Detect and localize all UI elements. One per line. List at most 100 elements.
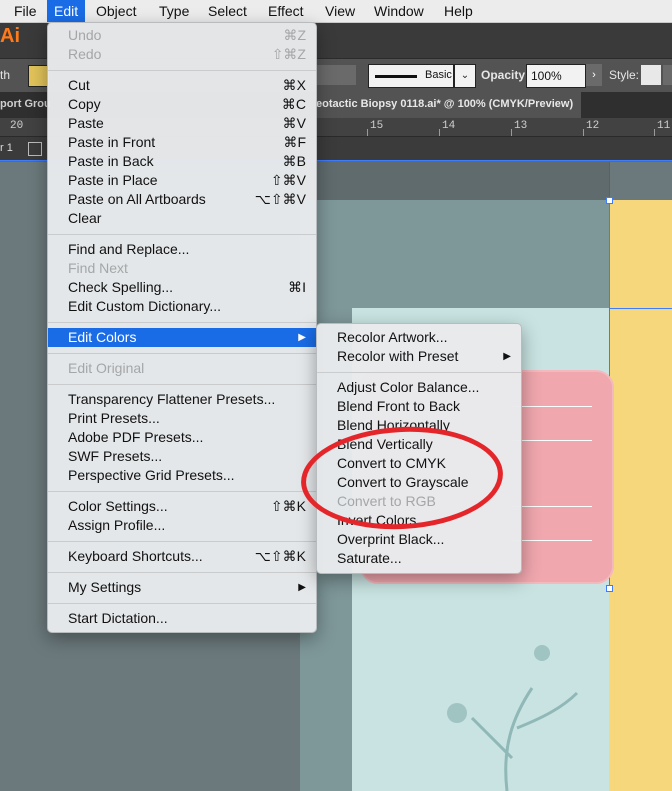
menu-item-check-spelling[interactable]: Check Spelling... ⌘I	[48, 278, 316, 297]
menu-item-blend-front-to-back[interactable]: Blend Front to Back	[317, 397, 521, 416]
menu-item-undo: Undo ⌘Z	[48, 26, 316, 45]
menu-item-shortcut: ⇧⌘V	[270, 172, 306, 188]
menu-item-shortcut: ⌥⇧⌘V	[254, 191, 306, 207]
menubar-item-object[interactable]: Object	[89, 0, 143, 22]
menu-item-cut[interactable]: Cut ⌘X	[48, 76, 316, 95]
menu-item-label: Edit Custom Dictionary...	[68, 298, 222, 314]
ruler-mark	[583, 129, 584, 136]
menubar-item-window[interactable]: Window	[367, 0, 431, 22]
text-line	[512, 440, 592, 441]
menu-item-label: Paste on All Artboards	[68, 191, 206, 207]
menu-item-label: Paste in Place	[68, 172, 158, 188]
menu-item-label: Assign Profile...	[68, 517, 166, 533]
menu-item-shortcut: ⇧⌘Z	[271, 46, 306, 62]
menu-item-adjust-color-balance[interactable]: Adjust Color Balance...	[317, 378, 521, 397]
menu-item-perspective-grid-presets[interactable]: Perspective Grid Presets...	[48, 466, 316, 485]
menu-item-saturate[interactable]: Saturate...	[317, 549, 521, 568]
selection-bounding-line	[609, 308, 672, 309]
style-dropdown-arrow[interactable]	[663, 65, 672, 85]
opacity-field[interactable]: 100%	[526, 64, 586, 88]
menu-item-paste-on-all-artboards[interactable]: Paste on All Artboards ⌥⇧⌘V	[48, 190, 316, 209]
menu-item-find-and-replace[interactable]: Find and Replace...	[48, 240, 316, 259]
menu-item-label: Edit Colors	[68, 329, 137, 345]
menu-item-label: Edit Original	[68, 360, 145, 376]
opacity-value: 100%	[531, 69, 562, 83]
menu-item-edit-colors[interactable]: Edit Colors ▶	[48, 328, 316, 347]
submenu-arrow-icon: ▶	[503, 351, 511, 362]
menu-item-label: Color Settings...	[68, 498, 168, 514]
menu-item-recolor-artwork[interactable]: Recolor Artwork...	[317, 328, 521, 347]
menu-item-label: Copy	[68, 96, 101, 112]
tab-title: eotactic Biopsy 0118.ai* @ 100% (CMYK/Pr…	[316, 98, 574, 110]
stroke-style-label: Basic	[425, 69, 452, 81]
text-line	[512, 540, 592, 541]
menu-separator	[48, 572, 316, 573]
selection-handle[interactable]	[606, 197, 613, 204]
stroke-line-preview	[375, 75, 417, 78]
menu-item-adobe-pdf-presets[interactable]: Adobe PDF Presets...	[48, 428, 316, 447]
selection-handle[interactable]	[606, 585, 613, 592]
menu-item-edit-original: Edit Original	[48, 359, 316, 378]
menu-item-assign-profile[interactable]: Assign Profile...	[48, 516, 316, 535]
menu-item-label: Recolor with Preset	[337, 348, 459, 364]
tab-active[interactable]: eotactic Biopsy 0118.ai* @ 100% (CMYK/Pr…	[316, 92, 581, 118]
menu-item-color-settings[interactable]: Color Settings... ⇧⌘K	[48, 497, 316, 516]
menubar-item-select[interactable]: Select	[201, 0, 254, 22]
menu-item-edit-custom-dictionary[interactable]: Edit Custom Dictionary...	[48, 297, 316, 316]
yellow-artboard-panel[interactable]	[609, 200, 672, 791]
menubar-item-file[interactable]: File	[7, 0, 44, 22]
menubar-item-type[interactable]: Type	[152, 0, 196, 22]
menu-item-label: Print Presets...	[68, 410, 160, 426]
menu-item-overprint-black[interactable]: Overprint Black...	[317, 530, 521, 549]
style-label: Style:	[609, 68, 640, 82]
ruler-mark	[439, 129, 440, 136]
menu-item-start-dictation[interactable]: Start Dictation...	[48, 609, 316, 628]
opacity-arrow-icon[interactable]: ›	[586, 64, 602, 86]
menu-separator	[48, 322, 316, 323]
menu-item-label: Paste in Front	[68, 134, 156, 150]
ruler-tick-label: 14	[442, 120, 456, 132]
menu-separator	[48, 234, 316, 235]
ruler-tick-label: 20	[10, 120, 24, 132]
menu-item-clear[interactable]: Clear	[48, 209, 316, 228]
text-line	[512, 506, 592, 507]
submenu-arrow-icon: ▶	[298, 582, 306, 593]
menu-item-label: Paste	[68, 115, 104, 131]
menu-item-copy[interactable]: Copy ⌘C	[48, 95, 316, 114]
menu-separator	[48, 491, 316, 492]
ruler-mark	[367, 129, 368, 136]
opacity-label: Opacity:	[481, 68, 530, 82]
menu-item-label: Transparency Flattener Presets...	[68, 391, 276, 407]
menu-item-shortcut: ⌥⇧⌘K	[254, 548, 306, 564]
menubar-item-edit[interactable]: Edit	[47, 0, 86, 22]
stroke-style-dropdown-arrow[interactable]: ⌄	[454, 64, 476, 88]
menu-item-keyboard-shortcuts[interactable]: Keyboard Shortcuts... ⌥⇧⌘K	[48, 547, 316, 566]
menu-item-label: My Settings	[68, 579, 142, 595]
menu-item-label: Overprint Black...	[337, 531, 445, 547]
edit-menu: Undo ⌘Z Redo ⇧⌘Z Cut ⌘X Copy ⌘C Paste ⌘V Paste in …	[47, 22, 317, 633]
stroke-weight-field[interactable]	[316, 65, 356, 85]
menubar-item-help[interactable]: Help	[437, 0, 480, 22]
menu-item-swf-presets[interactable]: SWF Presets...	[48, 447, 316, 466]
tab-left-clipped[interactable]: port Grou	[0, 98, 51, 110]
menubar-item-view[interactable]: View	[318, 0, 362, 22]
menu-item-label: Saturate...	[337, 550, 402, 566]
menu-item-transparency-flattener-presets[interactable]: Transparency Flattener Presets...	[48, 390, 316, 409]
menu-item-label: Start Dictation...	[68, 610, 168, 626]
menu-item-shortcut: ⌘F	[283, 134, 306, 150]
menu-item-print-presets[interactable]: Print Presets...	[48, 409, 316, 428]
menu-item-my-settings[interactable]: My Settings ▶	[48, 578, 316, 597]
graphic-style-swatch[interactable]	[641, 65, 661, 85]
menu-item-paste-in-place[interactable]: Paste in Place ⇧⌘V	[48, 171, 316, 190]
menu-item-paste-in-back[interactable]: Paste in Back ⌘B	[48, 152, 316, 171]
stroke-profile-select[interactable]: Basic	[368, 64, 454, 88]
ruler-tick-label: 11	[657, 120, 671, 132]
menubar-item-effect[interactable]: Effect	[261, 0, 311, 22]
menu-item-label: Check Spelling...	[68, 279, 174, 295]
menu-item-label: Find Next	[68, 260, 128, 276]
artboard-icon[interactable]	[28, 142, 42, 156]
ruler-mark	[654, 129, 655, 136]
menu-item-paste[interactable]: Paste ⌘V	[48, 114, 316, 133]
menu-item-paste-in-front[interactable]: Paste in Front ⌘F	[48, 133, 316, 152]
menu-item-recolor-with-preset[interactable]: Recolor with Preset ▶	[317, 347, 521, 366]
